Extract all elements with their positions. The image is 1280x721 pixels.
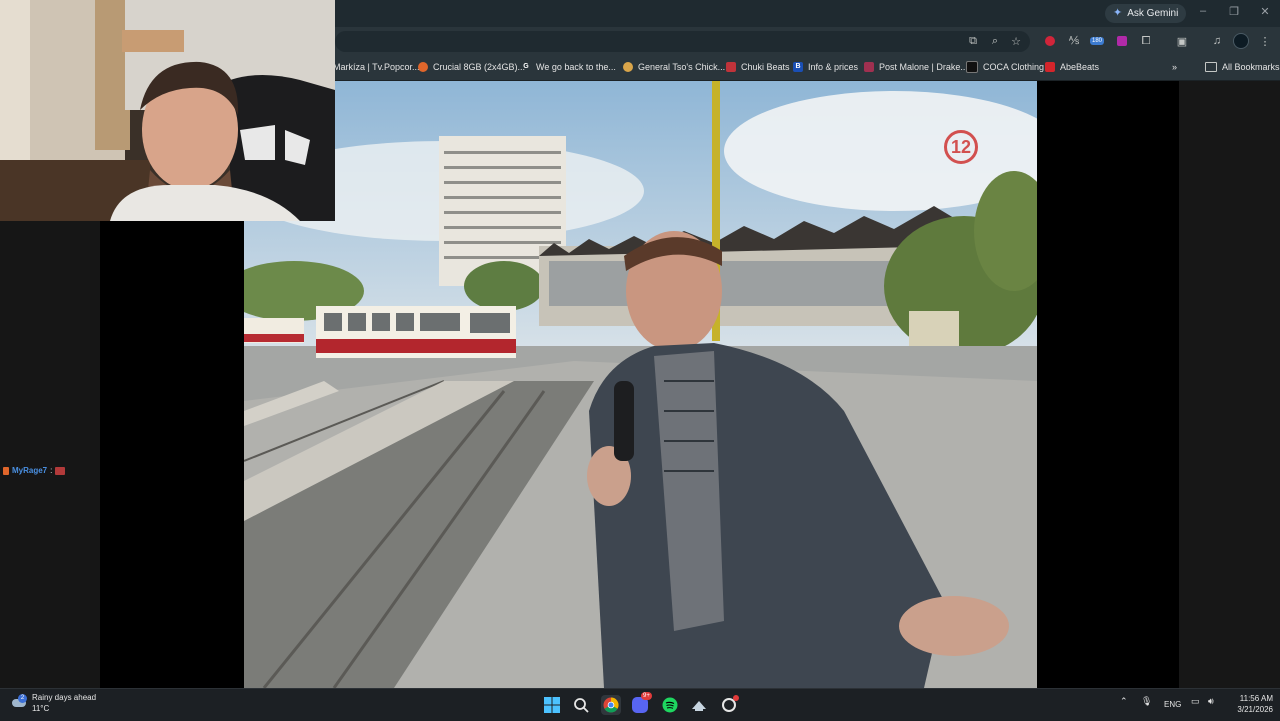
clock-date: 3/21/2026: [1237, 705, 1273, 714]
bookmark-label: Post Malone | Drake...: [879, 62, 968, 72]
webcam-overlay: [0, 0, 335, 221]
volume-icon[interactable]: 🔊︎: [1208, 696, 1214, 707]
weather-temp: 11°C: [32, 704, 50, 713]
bookmark-markiza[interactable]: Markíza | Tv.Popcor...: [333, 60, 420, 74]
extension-badge: 180: [1089, 37, 1104, 45]
discord-icon[interactable]: 9+: [630, 692, 652, 715]
post-malone-favicon-icon: [864, 62, 874, 72]
bookmark-general-tso[interactable]: General Tso's Chick...: [623, 60, 725, 74]
video-player[interactable]: 12: [244, 81, 1037, 688]
chrome-icon[interactable]: [601, 695, 621, 715]
ask-gemini-button[interactable]: ✦ Ask Gemini: [1105, 4, 1187, 23]
all-bookmarks[interactable]: All Bookmarks: [1205, 60, 1280, 74]
bookmark-info-prices[interactable]: B Info & prices: [793, 60, 858, 74]
bookmark-we-go-back[interactable]: G We go back to the...: [521, 60, 616, 74]
install-app-icon[interactable]: ⧉: [965, 33, 981, 49]
channel-logo: 12: [944, 130, 978, 164]
close-icon[interactable]: ✕: [1255, 5, 1275, 18]
bookmark-label: Chuki Beats: [741, 62, 790, 72]
microphone-icon[interactable]: 🎙︎: [1141, 696, 1152, 707]
side-panel-icon[interactable]: ▣: [1174, 33, 1190, 49]
right-panel: [1179, 81, 1280, 688]
bookmarks-overflow-icon[interactable]: »: [1172, 60, 1177, 74]
bookmark-post-malone[interactable]: Post Malone | Drake...: [864, 60, 968, 74]
app-gear-icon[interactable]: [719, 695, 739, 715]
minimize-icon[interactable]: –: [1193, 5, 1213, 17]
food-favicon-icon: [623, 62, 633, 72]
chat-badge-icon: [3, 466, 9, 475]
bookmark-label: Markíza | Tv.Popcor...: [333, 62, 420, 72]
address-bar[interactable]: [335, 31, 1030, 52]
bookmark-star-icon[interactable]: ☆: [1008, 33, 1024, 49]
zoom-icon[interactable]: ⌕: [987, 33, 1003, 49]
video-frame: [244, 81, 1037, 688]
extensions-puzzle-icon[interactable]: ⧠: [1138, 33, 1154, 49]
steam-icon[interactable]: [689, 695, 709, 715]
weather-widget[interactable]: 2 Rainy days ahead 11°C: [12, 692, 96, 714]
chat-message: MyRage7 :: [3, 466, 66, 475]
chat-separator: :: [50, 466, 53, 475]
spotify-icon[interactable]: [660, 695, 680, 715]
menu-kebab-icon[interactable]: ⋮: [1257, 33, 1273, 49]
coca-favicon-icon: [966, 61, 978, 73]
bookmark-label: General Tso's Chick...: [638, 62, 726, 72]
chat-emote-icon: [55, 466, 66, 475]
tray-overflow-icon[interactable]: ⌃: [1120, 696, 1128, 707]
letterbox-left: [100, 221, 244, 688]
letterbox-right: [1037, 81, 1179, 688]
weather-notification-badge: 2: [18, 694, 27, 703]
network-icon[interactable]: ▭: [1191, 696, 1200, 707]
extension-badge-icon[interactable]: 180: [1089, 33, 1105, 49]
profile-avatar-icon[interactable]: [1233, 33, 1249, 49]
crucial-favicon-icon: [418, 62, 428, 72]
bookmark-crucial[interactable]: Crucial 8GB (2x4GB)...: [418, 60, 525, 74]
bookmark-label: Crucial 8GB (2x4GB)...: [433, 62, 526, 72]
weather-title: Rainy days ahead: [32, 693, 97, 702]
media-control-icon[interactable]: ♫: [1209, 33, 1225, 49]
discord-badge: 9+: [641, 692, 652, 700]
bookmark-label: Info & prices: [808, 62, 859, 72]
folder-icon: [1205, 62, 1217, 72]
translate-icon[interactable]: ⅍: [1066, 33, 1082, 49]
google-favicon-icon: G: [523, 63, 529, 70]
gemini-spark-icon: ✦: [1113, 7, 1123, 19]
chat-username[interactable]: MyRage7: [12, 466, 47, 475]
chuki-favicon-icon: [726, 62, 736, 72]
bookmark-abebeats[interactable]: AbeBeats: [1045, 60, 1099, 74]
extension-red-icon[interactable]: [1042, 33, 1058, 49]
bookmark-label: COCA Clothing: [983, 62, 1045, 72]
channel-logo-text: 12: [950, 136, 972, 157]
start-windows-icon[interactable]: [542, 695, 562, 715]
language-indicator[interactable]: ENG: [1164, 700, 1181, 709]
all-bookmarks-label: All Bookmarks: [1222, 62, 1280, 72]
system-clock[interactable]: 11:56 AM 3/21/2026: [1229, 693, 1273, 715]
clock-time: 11:56 AM: [1239, 694, 1273, 703]
search-icon[interactable]: [571, 695, 591, 715]
webcam-image: [0, 0, 335, 221]
b-favicon-icon: B: [793, 62, 803, 72]
weather-rain-icon: 2: [12, 694, 27, 710]
ask-gemini-label: Ask Gemini: [1127, 8, 1179, 19]
bookmark-label: We go back to the...: [536, 62, 616, 72]
bookmark-coca-clothing[interactable]: COCA Clothing: [966, 60, 1044, 74]
extension-purple-icon[interactable]: [1114, 33, 1130, 49]
bookmark-chuki-beats[interactable]: Chuki Beats: [726, 60, 790, 74]
bookmark-label: AbeBeats: [1060, 62, 1100, 72]
restore-icon[interactable]: ❐: [1224, 5, 1244, 18]
abebeats-favicon-icon: [1045, 62, 1055, 72]
chat-panel: [0, 221, 100, 688]
